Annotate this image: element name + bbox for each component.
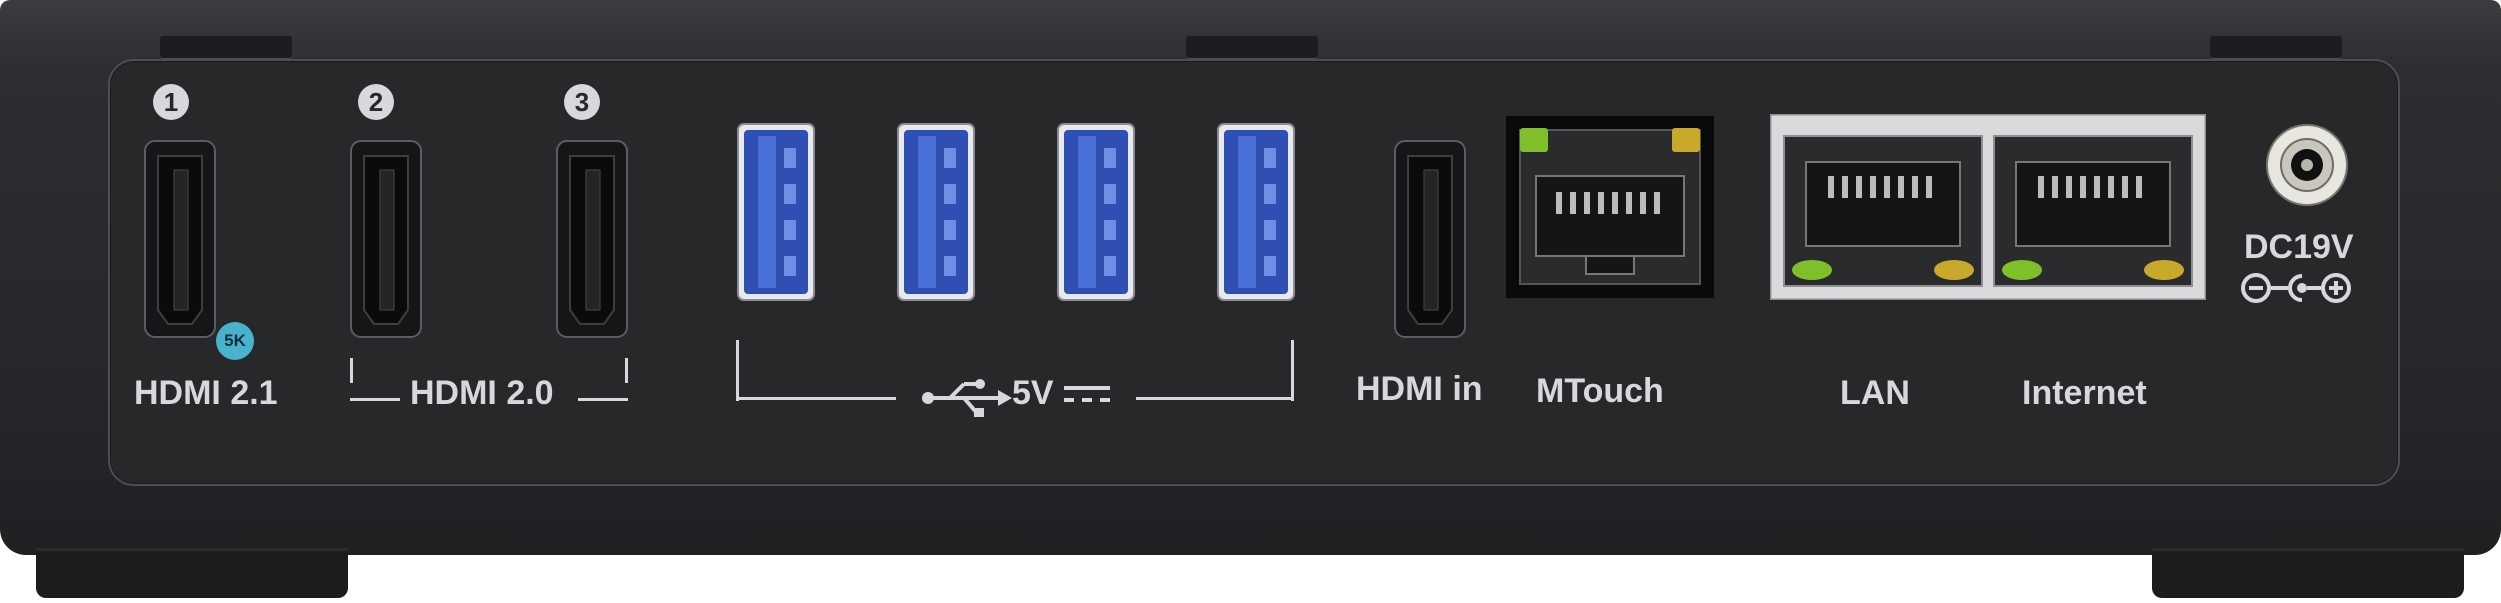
- port-number-1: 1: [153, 84, 189, 120]
- usb-port-4[interactable]: [1216, 122, 1296, 302]
- lan-port[interactable]: [1784, 136, 1982, 286]
- usb-5v-label: 5V: [1012, 374, 1054, 412]
- usb-bracket-right-line: [1136, 397, 1294, 400]
- hdmi-in-port[interactable]: [1394, 140, 1466, 338]
- foot-left: [36, 548, 348, 598]
- dc-symbol-icon: [1064, 386, 1110, 402]
- hdmi-2-0-label: HDMI 2.0: [410, 374, 554, 412]
- hdmi-out-3-port[interactable]: [556, 140, 628, 338]
- usb-port-2[interactable]: [896, 122, 976, 302]
- dc19v-label: DC19V: [2244, 228, 2354, 266]
- port-number-2: 2: [358, 84, 394, 120]
- usb-bracket-right: [1291, 340, 1294, 401]
- usb-icon: [922, 379, 1012, 417]
- hdmi-out-1-port[interactable]: [144, 140, 216, 338]
- usb-bracket-left: [736, 340, 739, 401]
- hdmi-bracket-left: [350, 358, 353, 383]
- usb-bracket-left-line: [736, 397, 896, 400]
- top-tab-left: [160, 36, 292, 58]
- mtouch-label: MTouch: [1536, 372, 1664, 410]
- port-number-3: 3: [564, 84, 600, 120]
- hdmi-bracket-right: [625, 358, 628, 383]
- foot-right: [2152, 548, 2464, 598]
- internet-label: Internet: [2022, 374, 2147, 412]
- usb-port-3[interactable]: [1056, 122, 1136, 302]
- hdmi-out-2-port[interactable]: [350, 140, 422, 338]
- hdmi-bracket-right-line: [578, 398, 628, 401]
- internet-port[interactable]: [1994, 136, 2192, 286]
- hdmi-bracket-left-line: [350, 398, 400, 401]
- usb-port-1[interactable]: [736, 122, 816, 302]
- hdmi-in-label: HDMI in: [1356, 370, 1483, 408]
- dc-polarity-icon: [2241, 273, 2351, 303]
- device-body: 1 2 3 5K HDMI 2.1 HDMI 2.0 5V HDMI in MT…: [0, 0, 2501, 555]
- mtouch-port[interactable]: [1506, 116, 1714, 298]
- top-tab-right: [2210, 36, 2342, 58]
- hdmi-2-1-label: HDMI 2.1: [134, 374, 278, 412]
- lan-label: LAN: [1840, 374, 1910, 412]
- top-tab-center: [1186, 36, 1318, 58]
- 5k-badge: 5K: [216, 322, 254, 360]
- dc-power-jack[interactable]: [2266, 124, 2348, 206]
